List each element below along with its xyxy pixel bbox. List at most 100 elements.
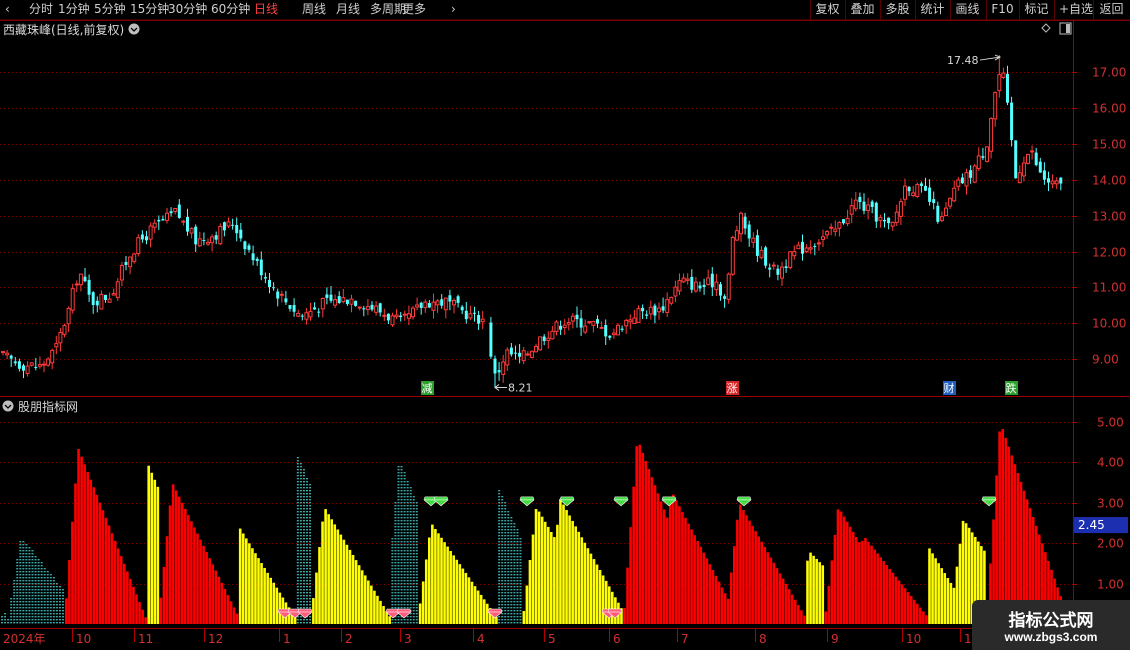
candle-body-up [62, 324, 67, 335]
indicator-bar [894, 576, 898, 624]
indicator-bar [458, 564, 462, 624]
indicator-bar [394, 556, 397, 558]
period-tab-9[interactable]: 多周期 [370, 1, 406, 18]
candle-body-up [480, 318, 485, 323]
indicator-bar [309, 604, 312, 606]
indicator-bar [510, 517, 513, 519]
period-tab-2[interactable]: 5分钟 [94, 1, 126, 18]
indicator-bar [296, 568, 299, 570]
period-tab-1[interactable]: 1分钟 [58, 1, 90, 18]
period-tab-7[interactable]: 周线 [302, 1, 326, 18]
indicator-bar [406, 583, 409, 585]
indicator-bar [309, 529, 312, 531]
indicator-bar [302, 544, 305, 546]
indicator-bar [37, 580, 40, 582]
indicator-bar [302, 574, 305, 576]
indicator-bar [803, 615, 806, 624]
period-tab-3[interactable]: 15分钟 [130, 1, 169, 18]
toolbar-action-3[interactable]: 统计 [915, 0, 949, 20]
indicator-bar [52, 613, 55, 615]
indicator-bar [296, 595, 299, 597]
toolbar-action-7[interactable]: +自选 [1054, 0, 1093, 20]
indicator-bar [302, 547, 305, 549]
indicator-bar [851, 531, 855, 624]
indicator-bar [394, 535, 397, 537]
indicator-bar [299, 589, 302, 591]
period-tab-4[interactable]: 30分钟 [168, 1, 207, 18]
candle-body-up [636, 308, 641, 323]
period-tab-10[interactable]: 更多 [402, 1, 426, 18]
indicator-bar [55, 607, 58, 609]
toolbar-action-0[interactable]: 复权 [810, 0, 844, 20]
indicator-bar [406, 535, 409, 537]
toolbar-action-2[interactable]: 多股 [880, 0, 914, 20]
period-tab-0[interactable]: 分时 [29, 1, 53, 18]
indicator-bar [241, 533, 245, 624]
indicator-bar [296, 619, 299, 621]
indicator-bar [409, 514, 412, 516]
indicator-bar [452, 555, 455, 624]
toolbar-action-4[interactable]: 画线 [950, 0, 984, 20]
indicator-bar [34, 580, 37, 582]
indicator-bar [309, 571, 312, 573]
low-price-label: 8.21 [508, 381, 533, 394]
indicator-bar [348, 549, 352, 624]
indicator-bar [513, 535, 516, 537]
indicator-bar [498, 505, 501, 507]
indicator-bar [10, 598, 13, 600]
indicator-bar [397, 577, 400, 579]
candle-body-up [780, 266, 784, 279]
chevron-left-icon[interactable]: ‹ [5, 1, 10, 18]
indicator-bar [296, 598, 299, 600]
indicator-bar [958, 543, 962, 624]
indicator-bar [309, 517, 312, 519]
indicator-bar [397, 616, 400, 618]
indicator-bar [501, 565, 504, 567]
period-tab-6[interactable]: 日线 [254, 1, 278, 18]
indicator-bar [498, 514, 501, 516]
indicator-bar [415, 595, 418, 597]
indicator-bar [306, 547, 308, 549]
indicator-bar [16, 592, 19, 594]
indicator-bar [62, 610, 64, 612]
indicator-bar [504, 526, 507, 528]
indicator-bar [406, 526, 409, 528]
indicator-bar [306, 499, 308, 501]
period-tab-8[interactable]: 月线 [336, 1, 360, 18]
toolbar-action-1[interactable]: 叠加 [845, 0, 879, 20]
chevron-right-icon[interactable]: › [451, 1, 456, 18]
indicator-bar [187, 515, 190, 624]
indicator-bar [501, 583, 504, 585]
indicator-bar [668, 500, 672, 624]
toolbar-action-8[interactable]: 返回 [1093, 0, 1129, 20]
indicator-bar [391, 544, 394, 546]
indicator-bar [604, 580, 608, 624]
indicator-bar [412, 595, 415, 597]
candle-body-up [816, 242, 821, 245]
candle-body-up [115, 281, 120, 299]
chevron-down-icon[interactable] [2, 400, 14, 412]
indicator-bar [278, 592, 282, 624]
toolbar-action-6[interactable]: 标记 [1019, 0, 1053, 20]
main-panel-title: 西藏珠峰(日线,前复权) [3, 22, 124, 37]
indicator-bar [52, 580, 55, 582]
indicator-bar [577, 531, 581, 624]
indicator-bar [415, 598, 418, 600]
indicator-bar [4, 619, 7, 621]
indicator-bar [879, 557, 882, 624]
toolbar-action-5[interactable]: F10 [986, 0, 1018, 20]
indicator-bar [299, 556, 302, 558]
indicator-bar [473, 586, 477, 624]
indicator-bar [196, 533, 199, 624]
indicator-bar [28, 568, 31, 570]
indicator-bar [940, 568, 943, 624]
chevron-down-icon[interactable] [128, 23, 140, 35]
period-tab-5[interactable]: 60分钟 [211, 1, 250, 18]
candle-body-down [186, 216, 189, 232]
indicator-bar [855, 537, 858, 624]
indicator-bar [742, 510, 745, 624]
indicator-bar [309, 523, 312, 525]
diamond-outline-icon[interactable] [1041, 23, 1051, 33]
indicator-bar [306, 571, 308, 573]
indicator-bar [22, 571, 25, 573]
